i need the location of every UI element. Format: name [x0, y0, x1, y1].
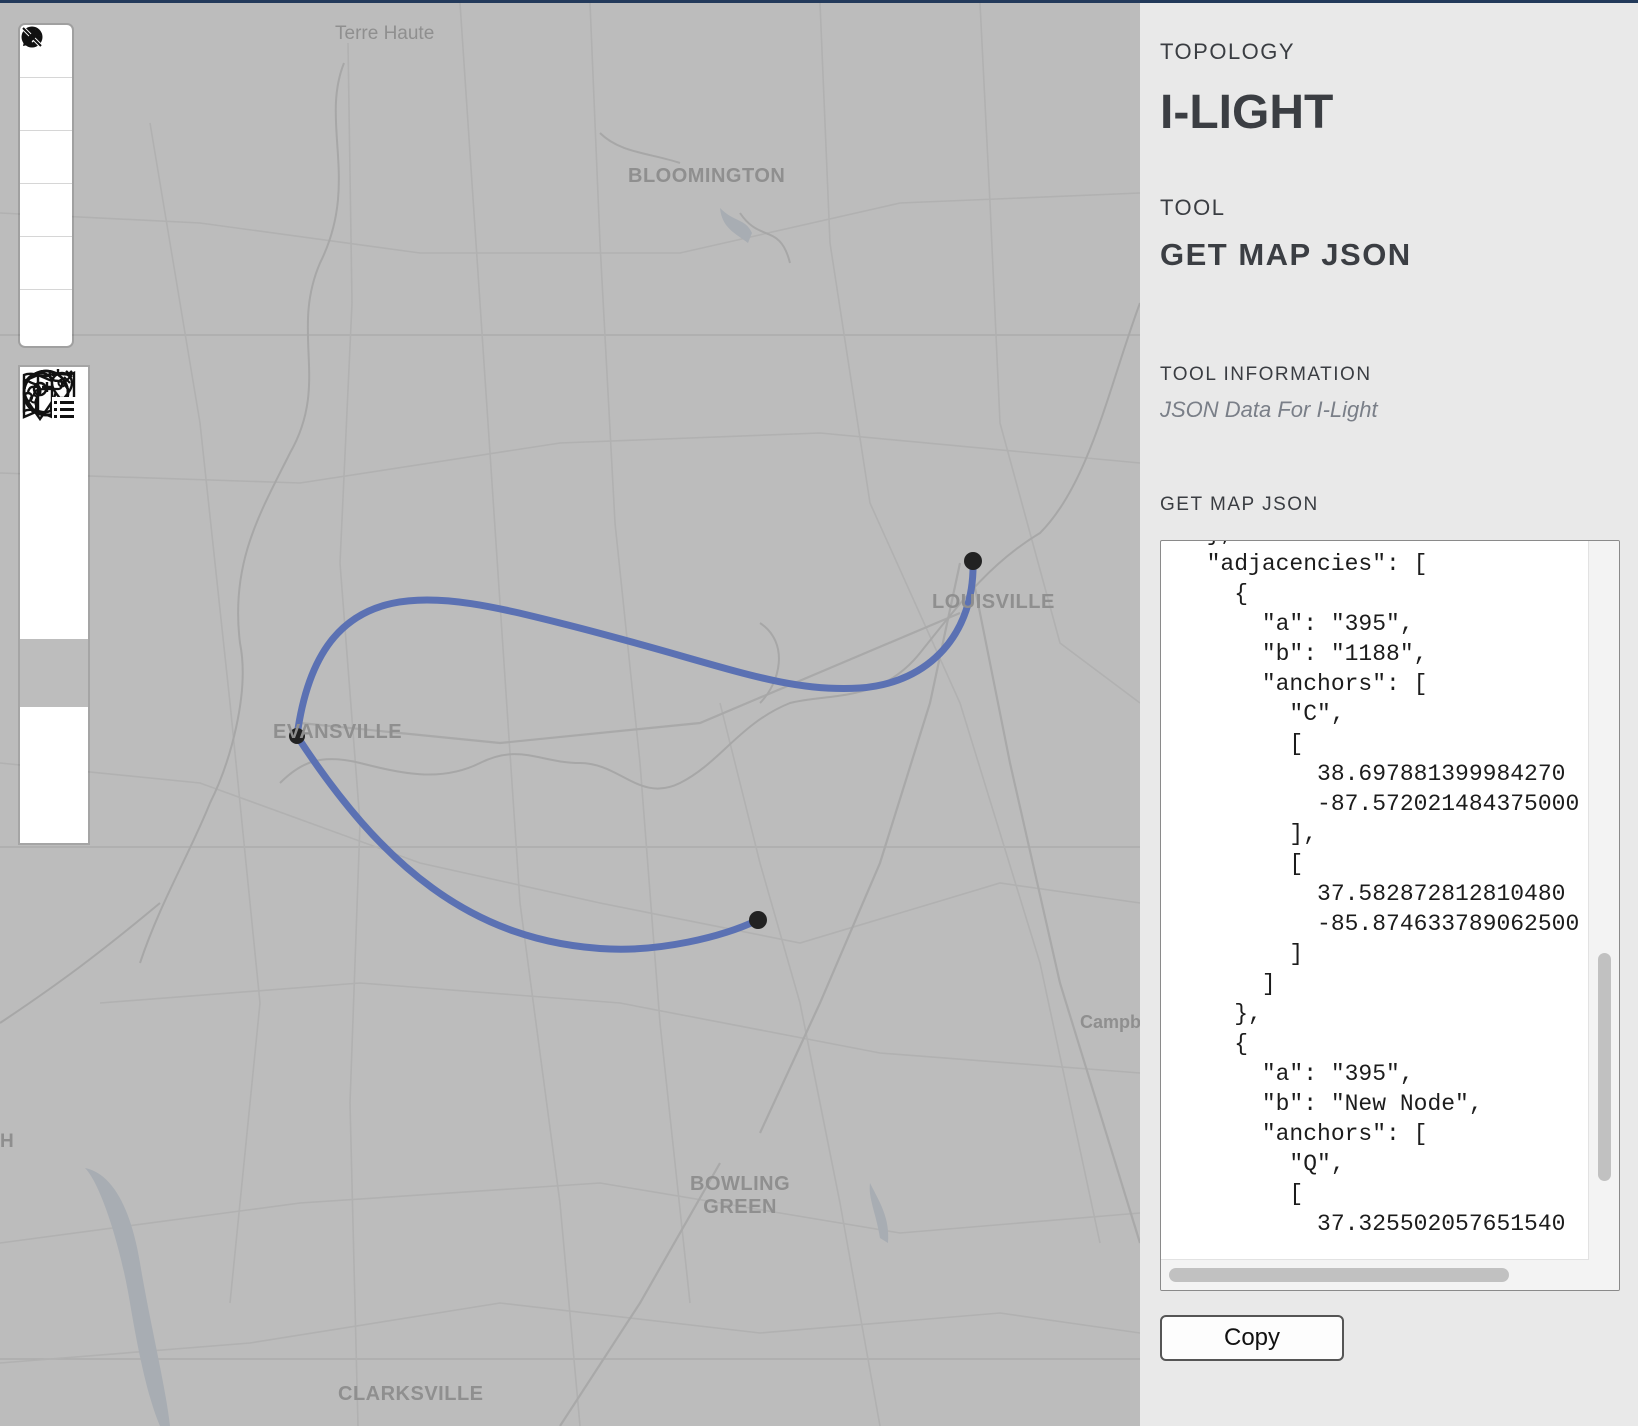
city-label-bloomington: BLOOMINGTON [628, 165, 786, 187]
pencil-icon [23, 29, 40, 46]
node-map-tool-button[interactable] [20, 371, 88, 571]
topology-list-tool-button[interactable] [20, 369, 88, 843]
topology-side-panel: TOPOLOGY I-LIGHT TOOL GET MAP JSON TOOL … [1140, 3, 1638, 1426]
link-map-tool-button[interactable] [20, 371, 88, 639]
json-vertical-scroll-thumb[interactable] [1598, 953, 1611, 1181]
town-label-edge: H [0, 1131, 14, 1152]
map-view[interactable]: Terre Haute BLOOMINGTON LOUISVILLE EVANS… [0, 3, 1140, 1426]
topology-tools-toolbar [20, 367, 88, 843]
city-label-evansville: EVANSVILLE [273, 721, 403, 743]
globe-list-icon [22, 369, 76, 423]
window-top-border [0, 0, 1638, 3]
json-horizontal-scrollbar[interactable] [1161, 1259, 1589, 1290]
layers-button[interactable] [20, 28, 72, 237]
topology-name: I-LIGHT [1160, 86, 1334, 139]
get-map-json-tool-button[interactable] [20, 369, 88, 707]
map-controls-toolbar [20, 25, 72, 346]
city-label-louisville: LOUISVILLE [932, 591, 1055, 613]
edit-button[interactable] [20, 29, 72, 343]
city-label-bowling-green: BOWLING GREEN [690, 1173, 791, 1218]
town-label-campbellsville: Campb [1080, 1012, 1140, 1032]
tool-name: GET MAP JSON [1160, 237, 1412, 272]
tool-information-label: TOOL INFORMATION [1160, 364, 1372, 385]
town-label-terre-haute: Terre Haute [335, 23, 435, 44]
topology-section-label: TOPOLOGY [1160, 39, 1296, 64]
map-basemap [0, 3, 1140, 1426]
city-label-clarksville: CLARKSVILLE [338, 1383, 484, 1405]
globe-button[interactable] [20, 26, 72, 184]
tool-information-text: JSON Data For I-Light [1160, 397, 1378, 422]
scrollbar-corner [1589, 1260, 1619, 1290]
add-topology-tool-button[interactable] [20, 369, 88, 775]
json-vertical-scrollbar[interactable] [1588, 541, 1619, 1260]
json-horizontal-scroll-thumb[interactable] [1169, 1268, 1509, 1282]
map-json-content[interactable]: }, "adjacencies": [ { "a": "395", "b": "… [1161, 541, 1591, 1239]
tool-section-label: TOOL [1160, 195, 1226, 220]
copy-button[interactable]: Copy [1160, 1315, 1344, 1361]
node-new-node [749, 911, 767, 929]
topology-links [293, 557, 977, 953]
json-section-label: GET MAP JSON [1160, 494, 1319, 515]
zoom-out-button[interactable] [20, 34, 72, 131]
layers-off-button[interactable] [20, 26, 72, 290]
node-louisville [964, 552, 982, 570]
add-link-tool-button[interactable] [20, 370, 88, 503]
map-json-textarea[interactable]: }, "adjacencies": [ { "a": "395", "b": "… [1160, 540, 1620, 1291]
